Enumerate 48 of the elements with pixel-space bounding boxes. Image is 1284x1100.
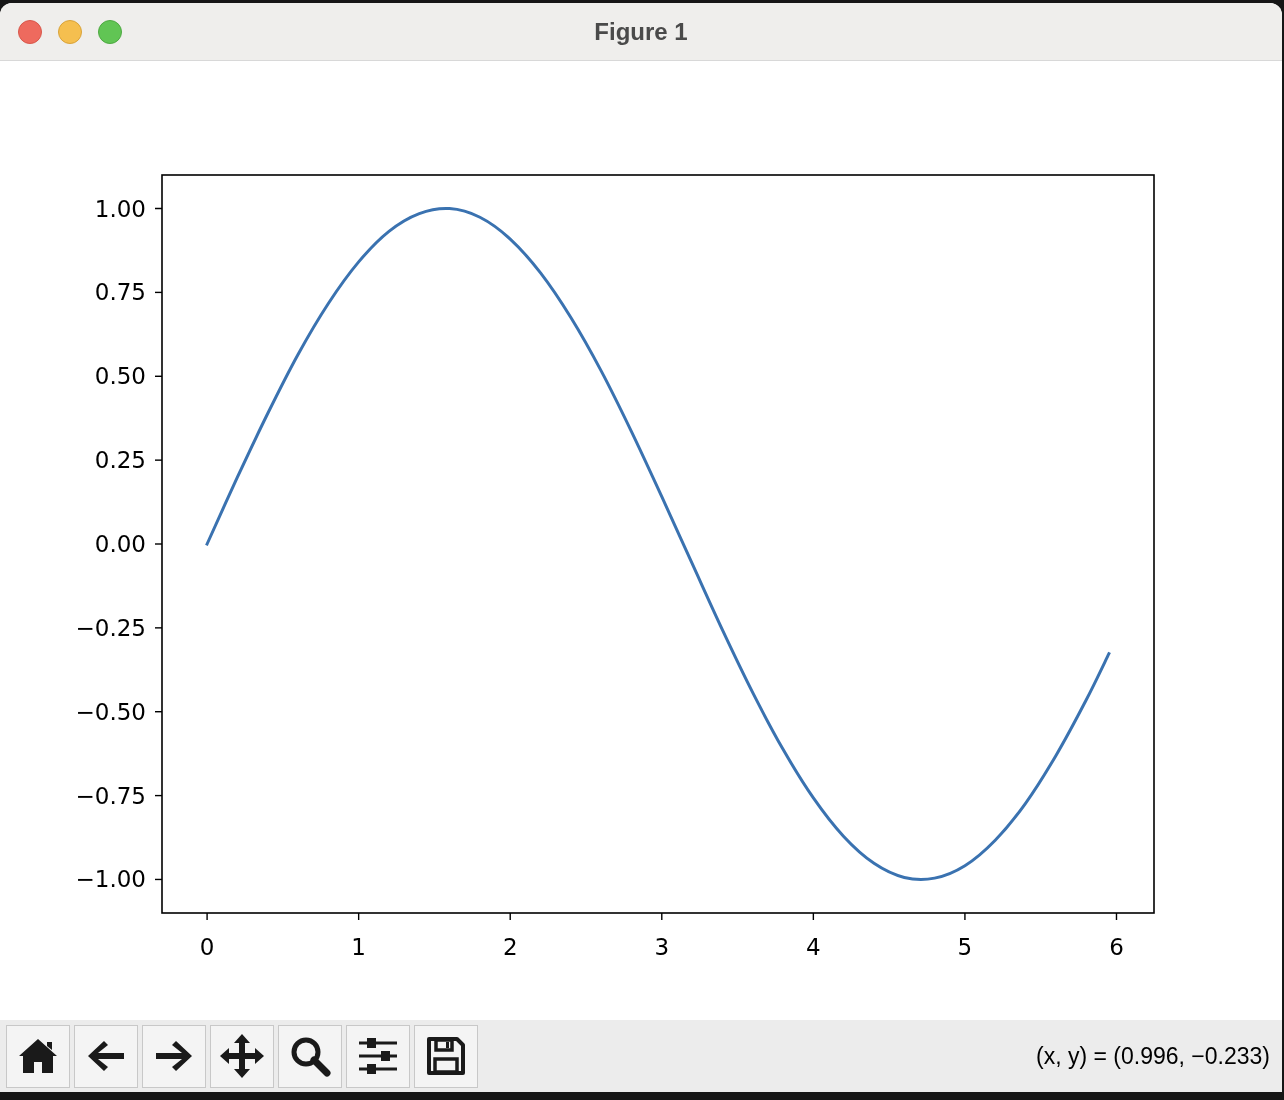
pan-button[interactable]: [210, 1024, 274, 1088]
tick-mark: [154, 794, 163, 797]
sliders-icon: [357, 1037, 399, 1075]
tick-mark: [154, 291, 163, 294]
tick-mark: [154, 627, 163, 629]
x-tick-label: 4: [806, 934, 821, 960]
move-arrows-icon: [219, 1033, 265, 1079]
y-tick-label: 0.50: [94, 363, 146, 390]
tick-mark: [154, 375, 163, 377]
x-tick-label: 6: [1109, 934, 1124, 960]
x-tick-label: 0: [199, 934, 215, 960]
y-tick-label: 0.00: [94, 531, 146, 557]
save-button[interactable]: [414, 1024, 478, 1088]
left-arrow-icon: [86, 1038, 126, 1074]
tick-mark: [154, 459, 163, 461]
y-tick-label: −0.25: [75, 614, 146, 641]
search-icon: [289, 1035, 331, 1077]
home-button[interactable]: [6, 1024, 70, 1088]
tick-mark: [357, 912, 360, 921]
window-title: Figure 1: [594, 17, 688, 46]
home-icon: [17, 1036, 59, 1076]
forward-button[interactable]: [142, 1024, 206, 1088]
y-tick-label: 1.00: [94, 195, 146, 222]
y-tick-label: −1.00: [75, 866, 146, 893]
close-button[interactable]: [18, 19, 42, 44]
sliders-button[interactable]: [346, 1024, 410, 1088]
tick-mark: [509, 912, 511, 921]
x-tick-label: 3: [654, 934, 670, 960]
tick-mark: [206, 912, 208, 921]
tick-mark: [154, 543, 163, 545]
back-button[interactable]: [74, 1024, 138, 1088]
tick-mark: [154, 711, 163, 713]
y-tick-label: −0.75: [75, 782, 146, 809]
y-tick-label: 0.25: [94, 447, 146, 474]
x-tick-label: 5: [957, 934, 973, 960]
tick-mark: [812, 912, 815, 921]
tick-mark: [661, 912, 663, 921]
x-tick-label: 2: [502, 934, 518, 960]
tick-mark: [154, 207, 163, 210]
right-arrow-icon: [154, 1038, 194, 1074]
y-tick-label: −0.50: [75, 698, 146, 725]
tick-mark: [154, 878, 163, 881]
y-tick-label: 0.75: [94, 279, 146, 306]
zoom-button[interactable]: [278, 1024, 342, 1088]
tick-mark: [964, 912, 966, 921]
x-tick-label: 1: [351, 934, 366, 960]
tick-mark: [1115, 912, 1118, 921]
cursor-coordinates: (x, y) = (0.996, −0.233): [1036, 1042, 1270, 1070]
